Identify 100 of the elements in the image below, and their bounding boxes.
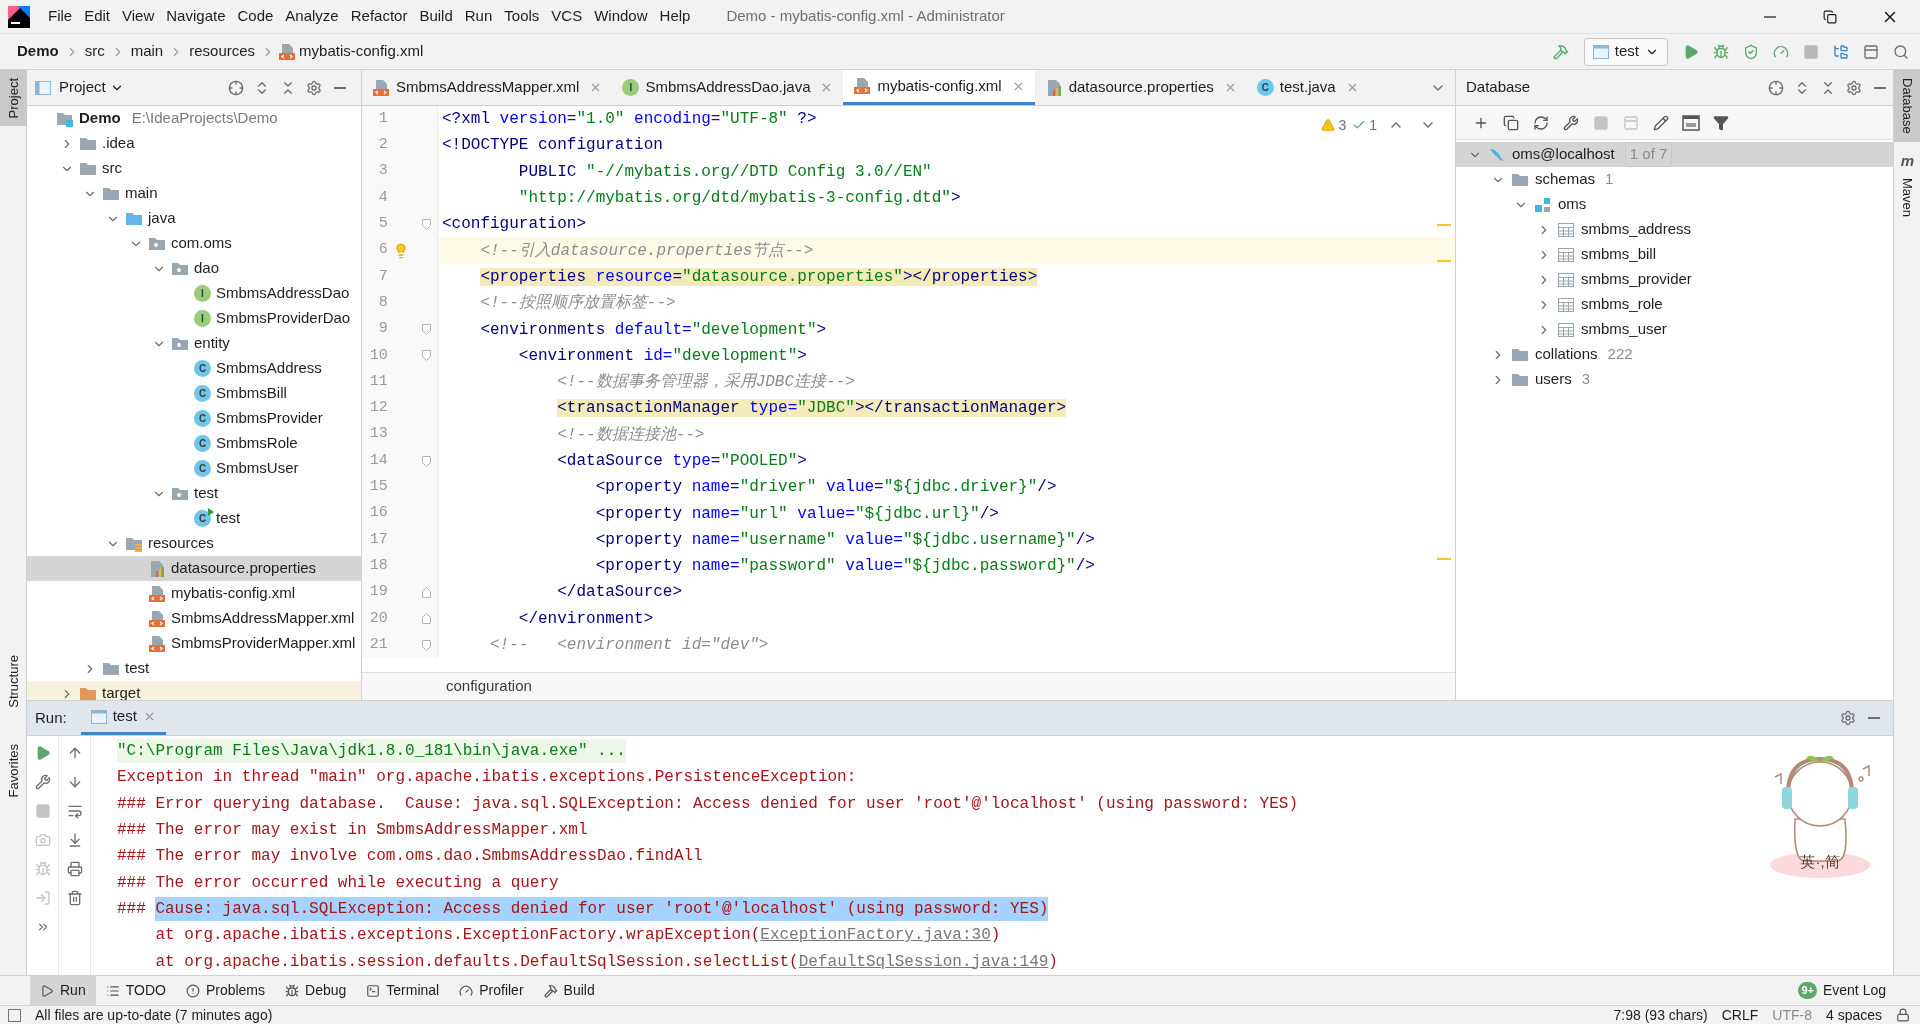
tree-item[interactable]: C SmbmsRole	[27, 431, 361, 456]
source-link[interactable]: DefaultSqlSession.java:149	[798, 949, 1049, 974]
console-line: ### The error may involve com.oms.dao.SmbmsAddressDao.findAll	[117, 846, 703, 868]
status-item[interactable]: 4 spaces	[1825, 1004, 1882, 1024]
tree-item[interactable]: mybatis-config.xml	[27, 581, 361, 606]
editor-tab[interactable]: mybatis-config.xml	[843, 70, 1035, 105]
tree-item[interactable]: users 3	[1456, 367, 1893, 392]
tree-item[interactable]: C SmbmsAddress	[27, 356, 361, 381]
fold-icon[interactable]	[421, 324, 431, 335]
print-icon	[66, 861, 83, 877]
tool-tab[interactable]: TODO	[95, 976, 176, 1005]
tree-item[interactable]: smbms_address	[1456, 217, 1893, 242]
menu-item[interactable]: Window	[588, 0, 654, 33]
source-link[interactable]: ExceptionFactory.java:30	[760, 923, 991, 948]
editor-breadcrumb[interactable]: configuration	[446, 675, 532, 698]
tree-item[interactable]: oms@localhost 1 of 7	[1456, 142, 1893, 167]
tool-tab[interactable]: Terminal	[356, 976, 450, 1005]
layout-toggle-icon[interactable]	[8, 1008, 21, 1022]
tree-item[interactable]: test	[27, 481, 361, 506]
tree-item[interactable]: C SmbmsBill	[27, 381, 361, 406]
tree-item[interactable]: smbms_provider	[1456, 267, 1893, 292]
table-icon	[1557, 320, 1575, 339]
tree-item[interactable]: main	[27, 181, 361, 206]
breadcrumb-item[interactable]: resources	[186, 40, 259, 63]
tool-tab[interactable]: Problems	[175, 976, 276, 1005]
class-icon: C	[194, 410, 211, 427]
line-number: 6	[377, 240, 388, 261]
menu-item[interactable]: Refactor	[344, 0, 414, 33]
tree-item[interactable]: test	[27, 656, 361, 681]
tree-item[interactable]: Demo E:\IdeaProjects\Demo	[27, 106, 361, 131]
tool-tab[interactable]: Build	[533, 976, 605, 1005]
menu-item[interactable]: Analyze	[279, 0, 345, 33]
tree-item[interactable]: .idea	[27, 131, 361, 156]
tree-item[interactable]: com.oms	[27, 231, 361, 256]
search-icon	[1893, 43, 1909, 60]
tree-item[interactable]: SmbmsAddressMapper.xml	[27, 606, 361, 631]
tree-item[interactable]: oms	[1456, 192, 1893, 217]
editor-tab[interactable]: C test.java	[1246, 70, 1369, 105]
menu-item[interactable]: Tools	[498, 0, 546, 33]
menu-item[interactable]: Help	[653, 0, 697, 33]
tree-item[interactable]: smbms_user	[1456, 317, 1893, 342]
line-number: 19	[368, 582, 388, 603]
editor-tab[interactable]: I SmbmsAddressDao.java	[612, 70, 844, 105]
tree-item[interactable]: datasource.properties	[27, 556, 361, 581]
status-item[interactable]: CRLF	[1721, 1004, 1759, 1024]
breadcrumb-item[interactable]: mybatis-config.xml	[296, 40, 427, 63]
tree-item[interactable]: resources	[27, 531, 361, 556]
tool-window-tab[interactable]: Project	[0, 70, 27, 127]
run-configuration-dropdown[interactable]: test	[1583, 37, 1668, 66]
event-log-button[interactable]: 9+ Event Log	[1798, 980, 1886, 1001]
tree-item[interactable]: smbms_bill	[1456, 242, 1893, 267]
menu-item[interactable]: VCS	[545, 0, 589, 33]
tree-item[interactable]: I SmbmsProviderDao	[27, 306, 361, 331]
breadcrumb-item[interactable]: src	[81, 40, 108, 63]
tree-item[interactable]: I SmbmsAddressDao	[27, 281, 361, 306]
restore-layout-icon	[34, 890, 51, 906]
tool-tab[interactable]: Run	[30, 976, 96, 1005]
fold-icon[interactable]	[421, 587, 431, 598]
interface-icon: I	[194, 285, 211, 302]
tree-item[interactable]: C SmbmsUser	[27, 456, 361, 481]
tree-item[interactable]: collations 222	[1456, 342, 1893, 367]
menu-item[interactable]: Edit	[78, 0, 117, 33]
tree-item[interactable]: schemas 1	[1456, 167, 1893, 192]
tree-item[interactable]: smbms_role	[1456, 292, 1893, 317]
breadcrumb-item[interactable]: Demo	[14, 40, 62, 63]
tree-item[interactable]: src	[27, 156, 361, 181]
tool-window-tab[interactable]: Database	[1894, 70, 1920, 142]
tree-item[interactable]: C SmbmsProvider	[27, 406, 361, 431]
menu-item[interactable]: Navigate	[160, 0, 232, 33]
tree-item[interactable]: SmbmsProviderMapper.xml	[27, 631, 361, 656]
tree-item[interactable]: entity	[27, 331, 361, 356]
tool-tab[interactable]: Debug	[275, 976, 357, 1005]
tree-item[interactable]: java	[27, 206, 361, 231]
editor-tab[interactable]: SmbmsAddressMapper.xml	[362, 70, 613, 105]
code-line: <configuration>	[441, 214, 587, 236]
fold-icon[interactable]	[421, 455, 431, 467]
menu-item[interactable]: Code	[231, 0, 280, 33]
layout-icon	[1863, 43, 1879, 60]
menu-item[interactable]: Run	[458, 0, 499, 33]
session-tab[interactable]: test	[80, 701, 166, 735]
soft-wrap-icon	[66, 803, 83, 819]
tool-tab[interactable]: Profiler	[449, 976, 534, 1005]
weak-warning-count[interactable]: 1	[1352, 114, 1377, 136]
menu-item[interactable]: Build	[413, 0, 459, 33]
tree-item[interactable]: dao	[27, 256, 361, 281]
fold-icon[interactable]	[421, 613, 431, 625]
breadcrumb-item[interactable]: main	[127, 40, 167, 63]
fold-icon[interactable]	[421, 350, 431, 362]
fold-icon[interactable]	[421, 639, 431, 651]
panel-view-dropdown[interactable]: Project	[55, 76, 128, 99]
editor-tab[interactable]: datasource.properties	[1034, 70, 1247, 105]
menu-item[interactable]: View	[116, 0, 161, 33]
tree-item[interactable]: C test	[27, 506, 361, 531]
status-item[interactable]: 7:98 (93 chars)	[1613, 1004, 1708, 1024]
tool-window-tab[interactable]: Favorites	[0, 735, 27, 805]
tool-window-tab[interactable]: m Maven	[1894, 141, 1920, 226]
tool-window-tab[interactable]: Structure	[0, 646, 27, 716]
warning-count[interactable]: 3	[1321, 114, 1347, 136]
menu-item[interactable]: File	[42, 0, 79, 33]
fold-icon[interactable]	[421, 218, 431, 230]
